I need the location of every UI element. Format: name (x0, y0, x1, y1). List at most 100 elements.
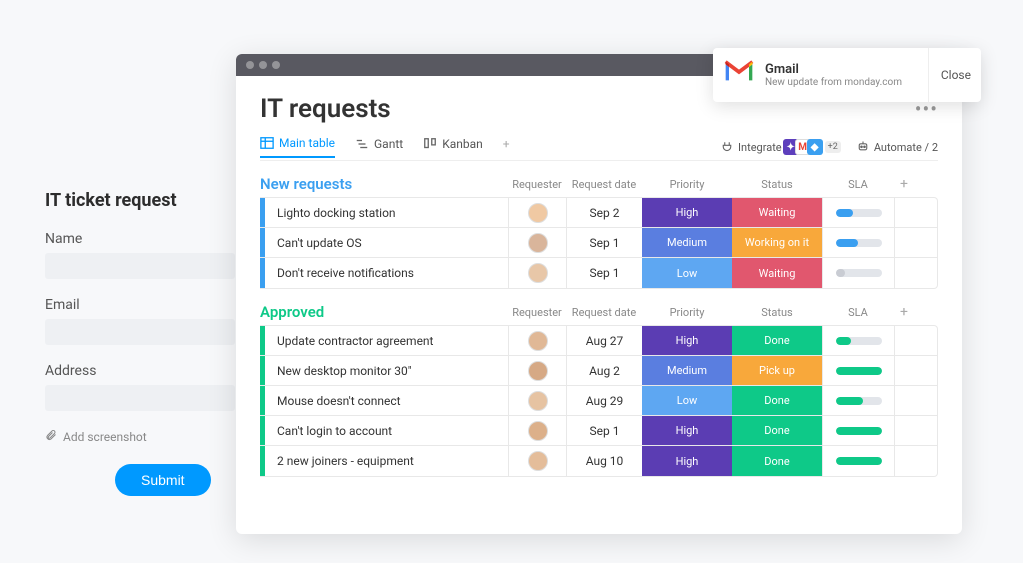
cell-title[interactable]: Update contractor agreement (265, 326, 508, 355)
cell-sla[interactable] (822, 446, 894, 476)
cell-title[interactable]: Lighto docking station (265, 198, 508, 227)
cell-sla[interactable] (822, 416, 894, 445)
notification-title: Gmail (765, 62, 928, 77)
cell-sla[interactable] (822, 356, 894, 385)
sla-bar (836, 337, 882, 345)
cell-date[interactable]: Sep 1 (566, 228, 642, 257)
cell-title[interactable]: Can't login to account (265, 416, 508, 445)
cell-title[interactable]: Don't receive notifications (265, 258, 508, 288)
cell-date[interactable]: Sep 1 (566, 416, 642, 445)
cell-status[interactable]: Done (732, 416, 822, 445)
cell-sla[interactable] (822, 258, 894, 288)
cell-priority[interactable]: High (642, 326, 732, 355)
cell-date[interactable]: Aug 2 (566, 356, 642, 385)
automate-button[interactable]: Automate / 2 (857, 140, 938, 155)
cell-status[interactable]: Done (732, 446, 822, 476)
column-header-sla[interactable]: SLA (822, 178, 894, 191)
table-row[interactable]: Don't receive notifications Sep 1 Low Wa… (260, 258, 937, 288)
sla-fill (836, 457, 882, 465)
table-row[interactable]: Can't login to account Sep 1 High Done (260, 416, 937, 446)
cell-date[interactable]: Aug 29 (566, 386, 642, 415)
cell-status[interactable]: Waiting (732, 198, 822, 227)
cell-requester[interactable] (508, 356, 566, 385)
sla-fill (836, 337, 852, 345)
cell-date[interactable]: Aug 27 (566, 326, 642, 355)
sla-bar (836, 457, 882, 465)
cell-status[interactable]: Waiting (732, 258, 822, 288)
column-header-priority[interactable]: Priority (642, 306, 732, 319)
name-input[interactable] (45, 253, 235, 279)
column-header-priority[interactable]: Priority (642, 178, 732, 191)
window-dot (272, 61, 280, 69)
cell-priority[interactable]: High (642, 198, 732, 227)
cell-requester[interactable] (508, 416, 566, 445)
cell-requester[interactable] (508, 446, 566, 476)
cell-empty (894, 228, 924, 257)
cell-date[interactable]: Aug 10 (566, 446, 642, 476)
cell-priority[interactable]: High (642, 446, 732, 476)
tab-main-table[interactable]: Main table (260, 136, 335, 158)
cell-priority[interactable]: Low (642, 258, 732, 288)
cell-requester[interactable] (508, 198, 566, 227)
integrate-button[interactable]: Integrate ✦ M ◆ +2 (721, 139, 841, 155)
email-input[interactable] (45, 319, 235, 345)
cell-status[interactable]: Done (732, 326, 822, 355)
cell-sla[interactable] (822, 386, 894, 415)
cell-requester[interactable] (508, 258, 566, 288)
address-input[interactable] (45, 385, 235, 411)
table-row[interactable]: Update contractor agreement Aug 27 High … (260, 326, 937, 356)
column-header-date[interactable]: Request date (566, 178, 642, 191)
column-header-requester[interactable]: Requester (508, 306, 566, 319)
column-header-date[interactable]: Request date (566, 306, 642, 319)
group-title[interactable]: New requests (260, 175, 508, 193)
cell-status[interactable]: Pick up (732, 356, 822, 385)
column-header-requester[interactable]: Requester (508, 178, 566, 191)
table-row[interactable]: Can't update OS Sep 1 Medium Working on … (260, 228, 937, 258)
add-column-button[interactable]: + (894, 304, 914, 320)
cell-empty (894, 416, 924, 445)
add-column-button[interactable]: + (894, 176, 914, 192)
table-row[interactable]: New desktop monitor 30" Aug 2 Medium Pic… (260, 356, 937, 386)
cell-requester[interactable] (508, 386, 566, 415)
group: Approved Requester Request date Priority… (260, 303, 938, 477)
cell-date[interactable]: Sep 1 (566, 258, 642, 288)
tab-kanban[interactable]: Kanban (423, 137, 483, 157)
automate-label: Automate / 2 (874, 141, 938, 154)
sla-fill (836, 239, 858, 247)
group-title[interactable]: Approved (260, 303, 508, 321)
column-header-status[interactable]: Status (732, 306, 822, 319)
cell-date[interactable]: Sep 2 (566, 198, 642, 227)
tab-gantt[interactable]: Gantt (355, 137, 403, 157)
table-icon (260, 136, 274, 150)
add-view-button[interactable]: + (503, 137, 510, 157)
cell-requester[interactable] (508, 228, 566, 257)
cell-priority[interactable]: Medium (642, 228, 732, 257)
cell-status[interactable]: Working on it (732, 228, 822, 257)
cell-priority[interactable]: Medium (642, 356, 732, 385)
cell-empty (894, 326, 924, 355)
cell-priority[interactable]: Low (642, 386, 732, 415)
cell-title[interactable]: Mouse doesn't connect (265, 386, 508, 415)
cell-title[interactable]: New desktop monitor 30" (265, 356, 508, 385)
cell-empty (894, 446, 924, 476)
sla-bar (836, 427, 882, 435)
cell-priority[interactable]: High (642, 416, 732, 445)
column-header-status[interactable]: Status (732, 178, 822, 191)
column-header-sla[interactable]: SLA (822, 306, 894, 319)
add-screenshot-link[interactable]: Add screenshot (45, 429, 235, 444)
upload-label: Add screenshot (63, 430, 147, 444)
table-row[interactable]: 2 new joiners - equipment Aug 10 High Do… (260, 446, 937, 476)
table-row[interactable]: Lighto docking station Sep 2 High Waitin… (260, 198, 937, 228)
notification-close-button[interactable]: Close (928, 48, 971, 102)
submit-button[interactable]: Submit (115, 464, 211, 496)
cell-requester[interactable] (508, 326, 566, 355)
cell-title[interactable]: 2 new joiners - equipment (265, 446, 508, 476)
cell-status[interactable]: Done (732, 386, 822, 415)
cell-sla[interactable] (822, 198, 894, 227)
cell-title[interactable]: Can't update OS (265, 228, 508, 257)
cell-sla[interactable] (822, 228, 894, 257)
table-row[interactable]: Mouse doesn't connect Aug 29 Low Done (260, 386, 937, 416)
sla-fill (836, 367, 882, 375)
cell-sla[interactable] (822, 326, 894, 355)
avatar (528, 421, 548, 441)
